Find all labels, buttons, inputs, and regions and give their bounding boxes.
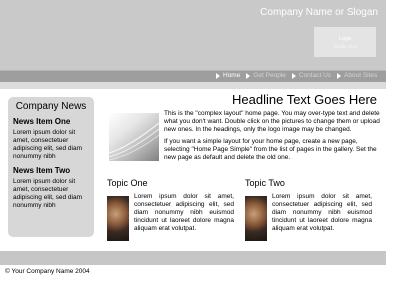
abstract-curves-image — [109, 122, 159, 161]
nav-item-label: Contact Us — [298, 72, 332, 79]
triangle-right-icon — [246, 72, 251, 79]
intro-paragraph: If you want a simple layout for your hom… — [164, 138, 377, 161]
news-item-title[interactable]: News Item One — [13, 117, 89, 126]
logo-label: Logo — [338, 36, 352, 42]
topic-image[interactable] — [107, 196, 129, 241]
topic-two: Topic Two Lorem ipsum dolor sit amet, co… — [245, 178, 377, 241]
nav-item-contact-us[interactable]: Contact Us — [291, 72, 332, 79]
nav-bar: Home Get People Contact Us About Sites — [0, 70, 386, 82]
nav-item-get-people[interactable]: Get People — [246, 72, 286, 79]
news-item-body: Lorem ipsum dolor sit amet, consectetuer… — [13, 129, 83, 160]
right-gutter — [386, 0, 400, 300]
nav-item-label: About Sites — [344, 72, 378, 79]
nav-item-home[interactable]: Home — [216, 72, 240, 79]
hero-image[interactable] — [109, 113, 159, 161]
page-headline: Headline Text Goes Here — [232, 92, 378, 107]
topic-image[interactable] — [245, 196, 267, 241]
triangle-right-icon — [291, 72, 296, 79]
footer-band — [0, 251, 386, 265]
logo-hint: double click — [333, 44, 357, 49]
header-divider-band — [0, 82, 386, 89]
topic-body: Lorem ipsum dolor sit amet, consectetuer… — [134, 193, 234, 232]
news-item-title[interactable]: News Item Two — [13, 166, 89, 175]
topic-title: Topic Two — [245, 178, 285, 188]
sidebar-title: Company News — [15, 101, 87, 112]
triangle-right-icon — [337, 72, 342, 79]
topic-body: Lorem ipsum dolor sit amet, consectetuer… — [272, 193, 372, 232]
news-item-body: Lorem ipsum dolor sit amet, consectetuer… — [13, 178, 83, 209]
intro-paragraph: This is the "complex layout" home page. … — [164, 110, 380, 133]
news-item: News Item Two Lorem ipsum dolor sit amet… — [13, 166, 89, 210]
topic-title: Topic One — [107, 178, 148, 188]
page-frame: Company Name or Slogan Logo double click… — [0, 0, 386, 300]
logo-placeholder[interactable]: Logo double click — [314, 27, 376, 57]
footer-copyright: © Your Company Name 2004 — [5, 268, 90, 275]
company-news-sidebar: Company News News Item One Lorem ipsum d… — [8, 97, 94, 237]
triangle-right-icon — [216, 72, 220, 79]
nav-item-about-sites[interactable]: About Sites — [337, 72, 377, 79]
intro-text: This is the "complex layout" home page. … — [164, 110, 382, 166]
news-item: News Item One Lorem ipsum dolor sit amet… — [13, 117, 89, 161]
nav-item-label: Home — [223, 72, 241, 79]
header-banner: Company Name or Slogan Logo double click — [0, 0, 386, 70]
nav-item-label: Get People — [253, 72, 286, 79]
nav-menu: Home Get People Contact Us About Sites — [216, 72, 377, 79]
company-slogan: Company Name or Slogan — [260, 7, 378, 18]
topic-one: Topic One Lorem ipsum dolor sit amet, co… — [107, 178, 239, 241]
